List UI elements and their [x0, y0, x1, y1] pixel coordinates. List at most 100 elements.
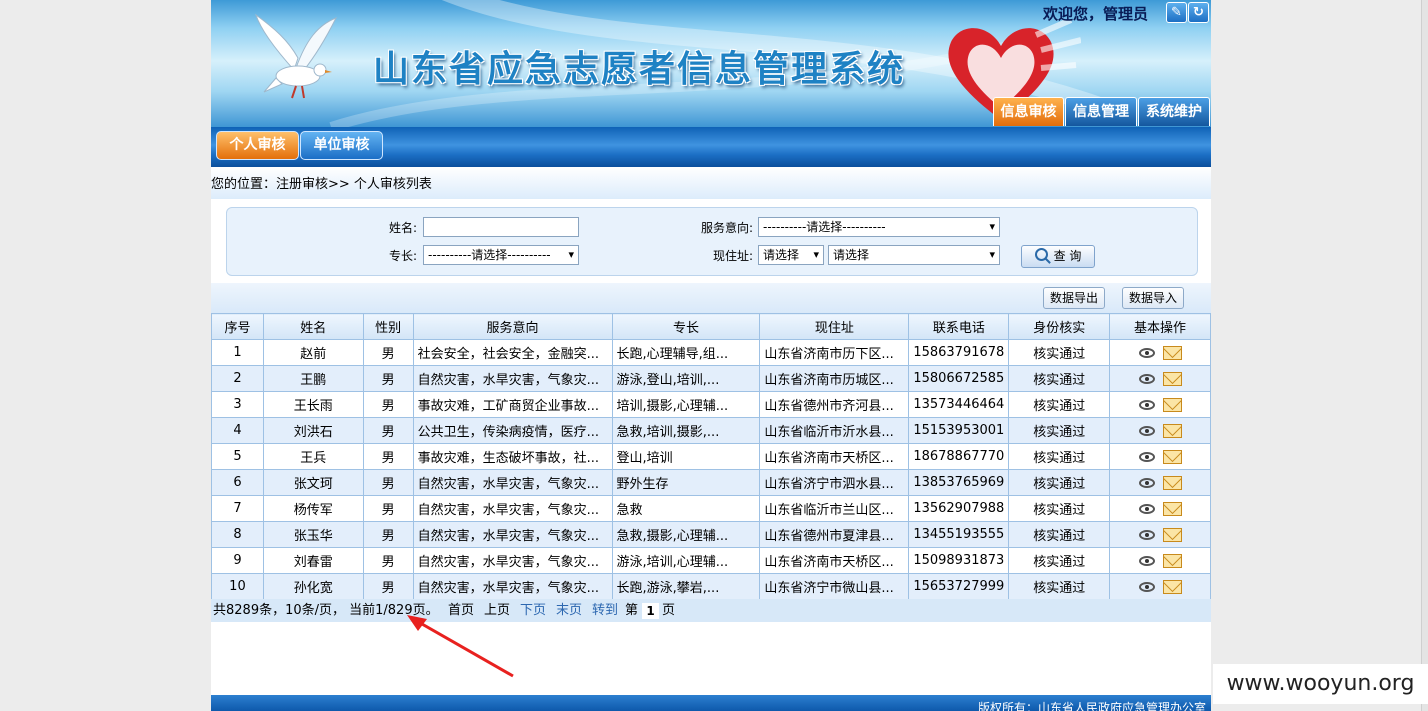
cell-phone: 15098931873	[908, 547, 1010, 574]
view-eye-icon[interactable]	[1138, 555, 1155, 566]
name-label: 姓名:	[388, 221, 417, 235]
cell-name: 张玉华	[262, 521, 364, 548]
cell-name: 王兵	[262, 443, 364, 470]
cell-no: 3	[211, 391, 264, 418]
cell-address: 山东省济宁市微山县...	[759, 573, 910, 600]
audit-mail-icon[interactable]	[1162, 527, 1182, 542]
cell-phone: 15806672585	[908, 365, 1010, 392]
view-eye-icon[interactable]	[1138, 529, 1155, 540]
cell-gender: 男	[362, 495, 414, 522]
personal-audit-button[interactable]: 个人审核	[216, 131, 299, 160]
view-eye-icon[interactable]	[1138, 477, 1155, 488]
cell-skill: 长跑,游泳,攀岩,...	[611, 573, 761, 600]
data-export-button[interactable]: 数据导出	[1043, 287, 1106, 309]
window-scrollbar[interactable]	[1421, 0, 1428, 711]
cell-verify: 核实通过	[1008, 443, 1111, 470]
service-intent-select[interactable]: ----------请选择----------	[758, 217, 1000, 237]
pager-page-prefix: 第	[625, 603, 639, 618]
cell-skill: 登山,培训	[611, 443, 761, 470]
cell-no: 4	[211, 417, 264, 444]
cell-gender: 男	[362, 365, 414, 392]
cell-no: 8	[211, 521, 264, 548]
audit-mail-icon[interactable]	[1162, 397, 1182, 412]
address-city-select[interactable]: 请选择	[758, 245, 824, 265]
audit-mail-icon[interactable]	[1162, 345, 1182, 360]
cell-phone: 15653727999	[908, 573, 1010, 600]
view-eye-icon[interactable]	[1138, 347, 1155, 358]
audit-mail-icon[interactable]	[1162, 579, 1182, 594]
tab-info-management[interactable]: 信息管理	[1065, 97, 1137, 126]
data-import-button[interactable]: 数据导入	[1122, 287, 1185, 309]
view-eye-icon[interactable]	[1138, 581, 1155, 592]
cell-skill: 野外生存	[611, 469, 761, 496]
cell-gender: 男	[362, 339, 414, 366]
tab-system-maintenance[interactable]: 系统维护	[1138, 97, 1210, 126]
cell-skill: 长跑,心理辅导,组...	[611, 339, 761, 366]
audit-mail-icon[interactable]	[1162, 501, 1182, 516]
page-number-input[interactable]: 1	[641, 602, 660, 620]
audit-mail-icon[interactable]	[1162, 475, 1182, 490]
footer-copyright: 版权所有：山东省人民政府应急管理办公室	[977, 701, 1206, 711]
cell-service: 自然灾害，水旱灾害，气象灾...	[412, 521, 613, 548]
cell-name: 王长雨	[262, 391, 364, 418]
skill-select[interactable]: ----------请选择----------	[423, 245, 579, 265]
column-header: 姓名	[262, 313, 364, 340]
cell-service: 社会安全，社会安全，金融突...	[412, 339, 613, 366]
pager-last[interactable]: 末页	[556, 599, 582, 622]
cell-service: 公共卫生，传染病疫情，医疗...	[412, 417, 613, 444]
unit-audit-button[interactable]: 单位审核	[300, 131, 383, 160]
logout-icon[interactable]: ↻	[1188, 2, 1209, 23]
cell-actions	[1109, 521, 1211, 548]
search-button[interactable]: 查 询	[1021, 245, 1095, 268]
cell-actions	[1109, 391, 1211, 418]
pager-goto[interactable]: 转到	[592, 599, 618, 622]
tab-info-audit[interactable]: 信息审核	[993, 97, 1064, 126]
cell-phone: 18678867770	[908, 443, 1010, 470]
cell-phone: 15153953001	[908, 417, 1010, 444]
cell-verify: 核实通过	[1008, 391, 1111, 418]
table-row: 4 刘洪石男公共卫生，传染病疫情，医疗... 急救,培训,摄影,... 山东省临沂市沂…	[211, 417, 1211, 444]
cell-actions	[1109, 339, 1211, 366]
audit-mail-icon[interactable]	[1162, 553, 1182, 568]
view-eye-icon[interactable]	[1138, 399, 1155, 410]
audit-mail-icon[interactable]	[1162, 371, 1182, 386]
cell-no: 9	[211, 547, 264, 574]
audit-mail-icon[interactable]	[1162, 423, 1182, 438]
annotation-arrow-icon	[407, 615, 514, 678]
cell-name: 杨传军	[262, 495, 364, 522]
column-header: 身份核实	[1008, 313, 1111, 340]
table-row: 3 王长雨男事故灾难，工矿商贸企业事故... 培训,摄影,心理辅... 山东省德州市齐…	[211, 391, 1211, 418]
view-eye-icon[interactable]	[1138, 503, 1155, 514]
address-county-select[interactable]: 请选择	[828, 245, 1000, 265]
cell-phone: 15863791678	[908, 339, 1010, 366]
cell-actions	[1109, 417, 1211, 444]
view-eye-icon[interactable]	[1138, 425, 1155, 436]
cell-actions	[1109, 365, 1211, 392]
cell-no: 7	[211, 495, 264, 522]
search-button-label: 查 询	[1053, 249, 1082, 263]
cell-gender: 男	[362, 573, 414, 600]
cell-address: 山东省临沂市沂水县...	[759, 417, 910, 444]
address-label: 现住址:	[712, 249, 753, 263]
cell-skill: 急救	[611, 495, 761, 522]
cell-no: 5	[211, 443, 264, 470]
name-input[interactable]	[423, 217, 579, 237]
view-eye-icon[interactable]	[1138, 451, 1155, 462]
cell-service: 自然灾害，水旱灾害，气象灾...	[412, 495, 613, 522]
view-eye-icon[interactable]	[1138, 373, 1155, 384]
column-header: 性别	[362, 313, 414, 340]
cell-service: 自然灾害，水旱灾害，气象灾...	[412, 365, 613, 392]
edit-profile-icon[interactable]: ✎	[1166, 2, 1187, 23]
cell-address: 山东省德州市夏津县...	[759, 521, 910, 548]
pagination-bar: 共8289条，10条/页， 当前1/829页。 首页 上页 下页 末页 转到 第…	[211, 599, 1211, 622]
cell-skill: 培训,摄影,心理辅...	[611, 391, 761, 418]
cell-name: 孙化宽	[262, 573, 364, 600]
column-header: 联系电话	[908, 313, 1010, 340]
table-row: 8 张玉华男自然灾害，水旱灾害，气象灾... 急救,摄影,心理辅... 山东省德州市夏…	[211, 521, 1211, 548]
cell-address: 山东省济南市天桥区...	[759, 547, 910, 574]
cell-no: 2	[211, 365, 264, 392]
cell-gender: 男	[362, 391, 414, 418]
table-row: 7 杨传军男自然灾害，水旱灾害，气象灾... 急救 山东省临沂市兰山区... 13562…	[211, 495, 1211, 522]
audit-mail-icon[interactable]	[1162, 449, 1182, 464]
table-row: 9 刘春雷男自然灾害，水旱灾害，气象灾... 游泳,培训,心理辅... 山东省济南市天…	[211, 547, 1211, 574]
